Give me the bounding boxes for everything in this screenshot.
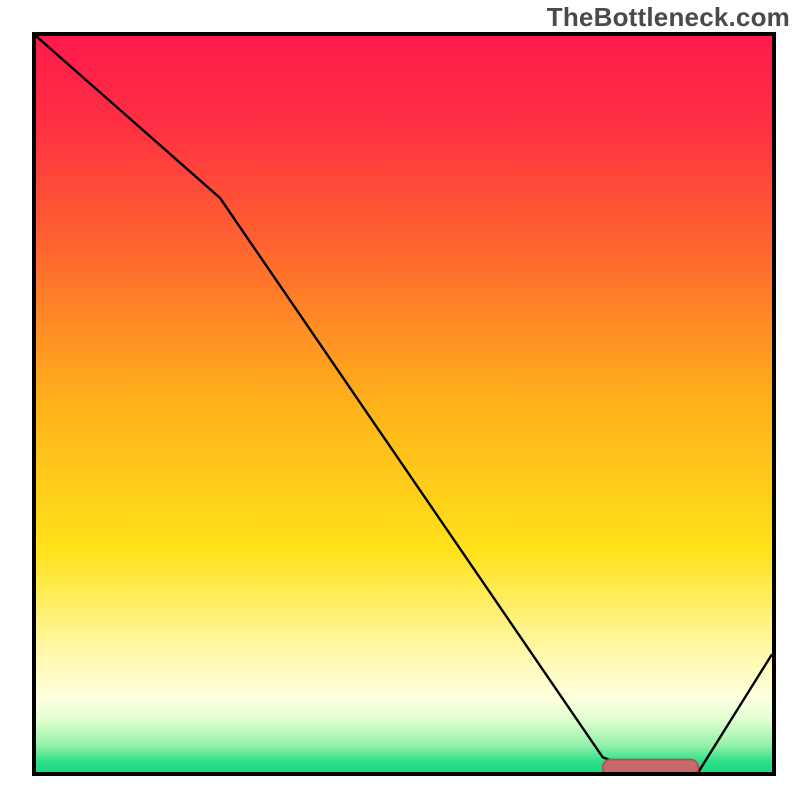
gradient-rect bbox=[36, 36, 772, 772]
plot-svg bbox=[36, 36, 772, 772]
chart-frame: TheBottleneck.com bbox=[0, 0, 800, 800]
optimum-marker bbox=[603, 759, 699, 772]
plot-area bbox=[32, 32, 776, 776]
watermark-text: TheBottleneck.com bbox=[547, 2, 790, 33]
